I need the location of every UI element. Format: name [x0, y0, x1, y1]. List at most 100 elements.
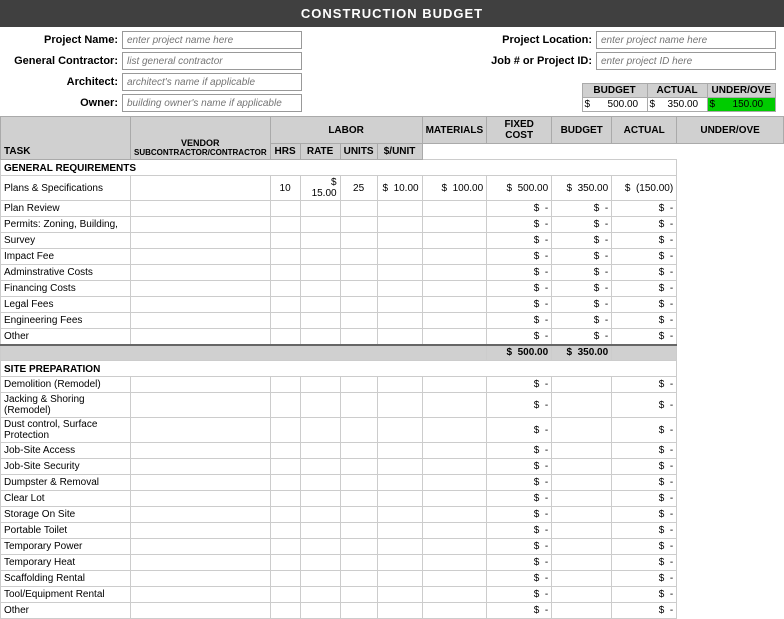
table-row: Job-Site Access $ - $ - [1, 443, 784, 459]
table-row: Jacking & Shoring (Remodel) $ - $ - [1, 393, 784, 418]
task-cell: Legal Fees [1, 297, 131, 313]
general-contractor-label: General Contractor: [8, 55, 118, 67]
table-row: Engineering Fees $ - $ - $ - [1, 313, 784, 329]
section-total-row: $ 500.00 $ 350.00 [1, 345, 784, 361]
budget-table: TASK VENDOR SUBCONTRACTOR/CONTRACTOR LAB… [0, 116, 784, 619]
col-header-materials: MATERIALS [422, 117, 487, 144]
task-cell: Other [1, 329, 131, 345]
vendor-cell[interactable] [131, 176, 271, 201]
task-cell: Permits: Zoning, Building, [1, 217, 131, 233]
col-subheader-rate: RATE [300, 144, 340, 160]
summary-budget-header: BUDGET [582, 84, 647, 98]
header-left: Project Name: General Contractor: Archit… [8, 31, 302, 112]
task-cell: Dumpster & Removal [1, 475, 131, 491]
task-cell: Clear Lot [1, 491, 131, 507]
owner-input[interactable] [122, 94, 302, 112]
summary-underover-value: 150.00 [717, 98, 767, 111]
header-right: Project Location: Job # or Project ID: B… [472, 31, 776, 112]
table-row: Survey $ - $ - $ - [1, 233, 784, 249]
table-row: Tool/Equipment Rental $ - $ - [1, 587, 784, 603]
col-header-actual: ACTUAL [612, 117, 677, 144]
task-cell: Job-Site Security [1, 459, 131, 475]
col-header-labor: LABOR [270, 117, 422, 144]
task-cell: Engineering Fees [1, 313, 131, 329]
underover-cell: $ (150.00) [612, 176, 677, 201]
task-cell: Adminstrative Costs [1, 265, 131, 281]
col-header-task: TASK [1, 117, 131, 160]
col-subheader-units: UNITS [340, 144, 377, 160]
header-section: Project Name: General Contractor: Archit… [0, 27, 784, 116]
table-row: Other $ - $ - $ - [1, 329, 784, 345]
task-cell: Tool/Equipment Rental [1, 587, 131, 603]
job-id-label: Job # or Project ID: [472, 55, 592, 67]
task-cell: Temporary Heat [1, 555, 131, 571]
job-id-row: Job # or Project ID: [472, 52, 776, 70]
table-row: Portable Toilet $ - $ - [1, 523, 784, 539]
project-name-row: Project Name: [8, 31, 302, 49]
table-row: Job-Site Security $ - $ - [1, 459, 784, 475]
job-id-input[interactable] [596, 52, 776, 70]
actual-cell: $ 350.00 [552, 176, 612, 201]
task-cell: Other [1, 603, 131, 619]
task-cell: Demolition (Remodel) [1, 377, 131, 393]
hrs-cell: 10 [270, 176, 300, 201]
project-location-input[interactable] [596, 31, 776, 49]
units-cell: 25 [340, 176, 377, 201]
col-header-vendor: VENDOR SUBCONTRACTOR/CONTRACTOR [131, 117, 271, 160]
section-general-requirements: GENERAL REQUIREMENTS [1, 160, 784, 176]
project-location-row: Project Location: [472, 31, 776, 49]
table-row: Impact Fee $ - $ - $ - [1, 249, 784, 265]
general-contractor-input[interactable] [122, 52, 302, 70]
task-cell: Survey [1, 233, 131, 249]
col-header-underover: UNDER/OVE [677, 117, 784, 144]
task-cell: Jacking & Shoring (Remodel) [1, 393, 131, 418]
fixed-cost-cell: $ 100.00 [422, 176, 487, 201]
task-cell: Plan Review [1, 201, 131, 217]
col-subheader-unit-cost: $/UNIT [377, 144, 422, 160]
task-cell: Scaffolding Rental [1, 571, 131, 587]
architect-input[interactable] [122, 73, 302, 91]
table-row: Clear Lot $ - $ - [1, 491, 784, 507]
table-row: Temporary Heat $ - $ - [1, 555, 784, 571]
unit-cost-cell: $ 10.00 [377, 176, 422, 201]
architect-row: Architect: [8, 73, 302, 91]
task-cell: Dust control, Surface Protection [1, 418, 131, 443]
summary-actual-header: ACTUAL [647, 84, 707, 98]
col-header-budget: BUDGET [552, 117, 612, 144]
summary-actual-dollar: $ [648, 98, 658, 111]
table-row: Plans & Specifications 10 $ 15.00 25 $ 1… [1, 176, 784, 201]
table-row: Storage On Site $ - $ - [1, 507, 784, 523]
task-cell: Temporary Power [1, 539, 131, 555]
budget-cell: $ 500.00 [487, 176, 552, 201]
owner-label: Owner: [8, 97, 118, 109]
table-row: Plan Review $ - $ - $ - [1, 201, 784, 217]
owner-row: Owner: [8, 94, 302, 112]
col-subheader-hrs: HRS [270, 144, 300, 160]
task-cell: Job-Site Access [1, 443, 131, 459]
rate-cell: $ 15.00 [300, 176, 340, 201]
summary-underover-dollar: $ [708, 98, 718, 111]
table-row: Legal Fees $ - $ - $ - [1, 297, 784, 313]
task-cell: Portable Toilet [1, 523, 131, 539]
task-cell: Storage On Site [1, 507, 131, 523]
task-cell: Plans & Specifications [1, 176, 131, 201]
page-title: CONSTRUCTION BUDGET [0, 0, 784, 27]
summary-underover-header: UNDER/OVE [707, 84, 775, 98]
summary-actual-value: 350.00 [657, 98, 702, 111]
project-name-input[interactable] [122, 31, 302, 49]
summary-budget-value: 500.00 [592, 98, 642, 111]
table-row: Financing Costs $ - $ - $ - [1, 281, 784, 297]
table-row: Permits: Zoning, Building, $ - $ - $ - [1, 217, 784, 233]
task-cell: Impact Fee [1, 249, 131, 265]
table-row: Temporary Power $ - $ - [1, 539, 784, 555]
summary-budget-dollar: $ [583, 98, 593, 111]
architect-label: Architect: [8, 76, 118, 88]
project-name-label: Project Name: [8, 34, 118, 46]
section-site-preparation: SITE PREPARATION [1, 361, 784, 377]
table-row: Adminstrative Costs $ - $ - $ - [1, 265, 784, 281]
table-row: Other $ - $ - [1, 603, 784, 619]
project-location-label: Project Location: [472, 34, 592, 46]
table-row: Scaffolding Rental $ - $ - [1, 571, 784, 587]
table-row: Dust control, Surface Protection $ - $ - [1, 418, 784, 443]
general-contractor-row: General Contractor: [8, 52, 302, 70]
